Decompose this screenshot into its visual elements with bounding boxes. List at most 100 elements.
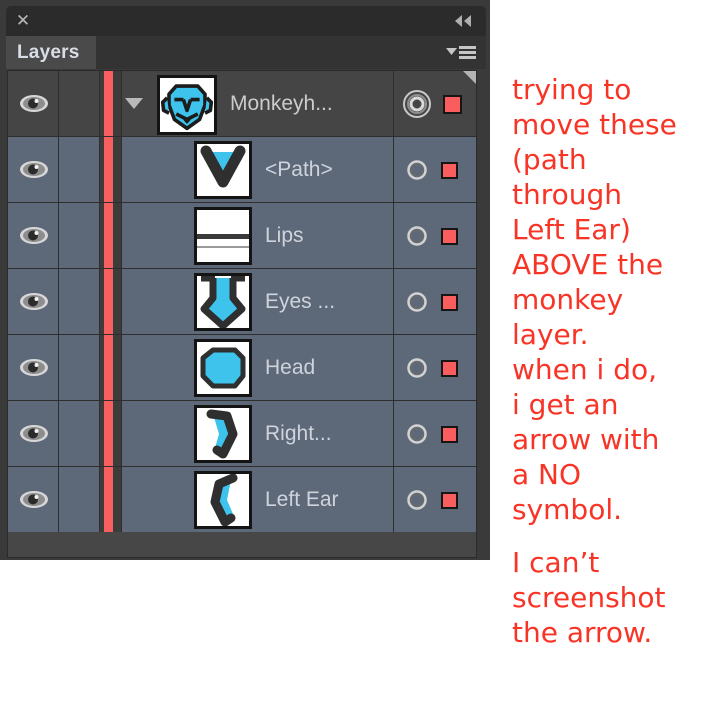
target-column[interactable]	[393, 401, 476, 466]
double-chevron-left-icon[interactable]	[452, 13, 474, 29]
target-circle-icon[interactable]	[406, 159, 428, 181]
annotation-line: i get an	[512, 388, 619, 421]
visibility-column[interactable]	[8, 401, 59, 466]
visibility-column[interactable]	[8, 335, 59, 400]
indent-column	[100, 467, 122, 532]
annotation-line: arrow with	[512, 423, 660, 456]
layer-color-swatch[interactable]	[441, 360, 458, 377]
layer-color-swatch[interactable]	[441, 228, 458, 245]
layer-name: Lips	[265, 224, 304, 247]
layer-name: Monkeyh...	[230, 92, 333, 115]
close-icon[interactable]: ✕	[14, 12, 32, 30]
lock-column[interactable]	[59, 467, 100, 532]
visibility-column[interactable]	[8, 203, 59, 268]
indent-column	[100, 203, 122, 268]
layer-main-column[interactable]: Monkeyh...	[122, 71, 393, 136]
layer-color-swatch[interactable]	[443, 95, 462, 114]
selection-indicator-bar	[104, 335, 113, 400]
layer-name: Right...	[265, 422, 332, 445]
indent-column	[100, 269, 122, 334]
layer-main-column[interactable]: Left Ear	[122, 467, 393, 532]
layer-row[interactable]: Lips	[8, 203, 476, 269]
layer-row[interactable]: Eyes ...	[8, 269, 476, 335]
lock-column[interactable]	[59, 269, 100, 334]
layer-row[interactable]: Right...	[8, 401, 476, 467]
target-column[interactable]	[393, 335, 476, 400]
layer-main-column[interactable]: Lips	[122, 203, 393, 268]
annotation-line: symbol.	[512, 493, 623, 526]
layer-color-swatch[interactable]	[441, 162, 458, 179]
annotation-line: layer.	[512, 318, 589, 351]
selection-indicator-bar	[104, 467, 113, 532]
eye-icon[interactable]	[19, 225, 49, 246]
annotation-line: (path	[512, 143, 587, 176]
right-ear-thumbnail	[194, 405, 252, 463]
selection-indicator-bar	[104, 401, 113, 466]
layer-color-swatch[interactable]	[441, 492, 458, 509]
annotation-line: when i do,	[512, 353, 658, 386]
annotation-line: through	[512, 178, 623, 211]
annotation-line: I can’t	[512, 546, 600, 579]
target-column[interactable]	[393, 467, 476, 532]
target-double-circle-icon[interactable]	[402, 89, 432, 119]
target-column[interactable]	[393, 71, 476, 136]
layer-row[interactable]: <Path>	[8, 137, 476, 203]
disclosure-triangle-down-icon[interactable]	[125, 98, 143, 109]
tab-layers[interactable]: Layers	[6, 36, 96, 69]
indent-column	[100, 401, 122, 466]
target-column[interactable]	[393, 137, 476, 202]
target-column[interactable]	[393, 269, 476, 334]
lock-column[interactable]	[59, 401, 100, 466]
annotation-line: screenshot	[512, 581, 666, 614]
panel-menu-icon[interactable]	[446, 45, 476, 61]
lock-column[interactable]	[59, 71, 100, 136]
annotation-line: a NO	[512, 458, 582, 491]
target-circle-icon[interactable]	[406, 423, 428, 445]
visibility-column[interactable]	[8, 71, 59, 136]
visibility-column[interactable]	[8, 137, 59, 202]
eye-icon[interactable]	[19, 93, 49, 114]
indent-column	[100, 335, 122, 400]
layer-color-swatch[interactable]	[441, 294, 458, 311]
layers-panel: ✕ Layers Monkeyh... <Path> Lips Eyes ...…	[0, 0, 490, 560]
layer-main-column[interactable]: Eyes ...	[122, 269, 393, 334]
layer-main-column[interactable]: Right...	[122, 401, 393, 466]
lock-column[interactable]	[59, 203, 100, 268]
selection-indicator-bar	[104, 71, 113, 136]
layer-main-column[interactable]: Head	[122, 335, 393, 400]
corner-flag-icon	[463, 71, 476, 84]
panel-tab-strip: Layers	[6, 36, 486, 69]
target-column[interactable]	[393, 203, 476, 268]
visibility-column[interactable]	[8, 269, 59, 334]
eye-icon[interactable]	[19, 489, 49, 510]
layer-name: <Path>	[265, 158, 333, 181]
annotation-line: Left Ear)	[512, 213, 631, 246]
annotation-text: trying to move these (path through Left Ear)…	[512, 72, 717, 650]
lock-column[interactable]	[59, 335, 100, 400]
layer-row[interactable]: Head	[8, 335, 476, 401]
eye-icon[interactable]	[19, 291, 49, 312]
target-circle-icon[interactable]	[406, 225, 428, 247]
indent-column	[100, 137, 122, 202]
target-circle-icon[interactable]	[406, 357, 428, 379]
layer-name: Head	[265, 356, 316, 379]
layer-name: Left Ear	[265, 488, 339, 511]
target-circle-icon[interactable]	[406, 291, 428, 313]
annotation-line: the arrow.	[512, 616, 653, 649]
eye-icon[interactable]	[19, 159, 49, 180]
lock-column[interactable]	[59, 137, 100, 202]
annotation-line	[512, 527, 717, 545]
layer-main-column[interactable]: <Path>	[122, 137, 393, 202]
indent-column	[100, 71, 122, 136]
target-circle-icon[interactable]	[406, 489, 428, 511]
monkey-head-thumbnail	[157, 75, 217, 135]
annotation-line: trying to	[512, 73, 632, 106]
layer-list: Monkeyh... <Path> Lips Eyes ... Head Rig…	[7, 70, 477, 534]
eye-icon[interactable]	[19, 423, 49, 444]
layer-row[interactable]: Left Ear	[8, 467, 476, 533]
left-ear-thumbnail	[194, 471, 252, 529]
layer-row[interactable]: Monkeyh...	[8, 71, 476, 137]
eye-icon[interactable]	[19, 357, 49, 378]
layer-color-swatch[interactable]	[441, 426, 458, 443]
visibility-column[interactable]	[8, 467, 59, 532]
